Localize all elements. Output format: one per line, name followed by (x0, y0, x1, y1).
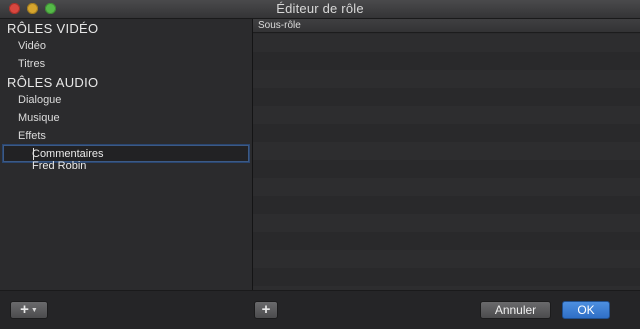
role-editor-window: Éditeur de rôle RÔLES VIDÉO Vidéo Titres… (0, 0, 640, 329)
table-row (253, 124, 640, 142)
ok-button[interactable]: OK (562, 301, 610, 319)
add-role-menu-button[interactable]: + ▼ (10, 301, 48, 319)
table-row (253, 88, 640, 106)
table-row (253, 160, 640, 178)
chevron-down-icon: ▼ (30, 307, 38, 314)
role-item-video[interactable]: Vidéo (18, 40, 46, 52)
table-row (253, 142, 640, 160)
role-item-effects[interactable]: Effets (18, 130, 46, 142)
audio-roles-header: RÔLES AUDIO (7, 75, 99, 90)
table-row (253, 106, 640, 124)
text-caret (33, 148, 34, 160)
roles-list: RÔLES VIDÉO Vidéo Titres RÔLES AUDIO Dia… (0, 19, 252, 290)
title-bar: Éditeur de rôle (0, 0, 640, 19)
plus-icon: + (261, 301, 271, 318)
table-row (253, 214, 640, 232)
role-item-dialogue[interactable]: Dialogue (18, 94, 61, 106)
table-row (253, 232, 640, 250)
table-row (253, 70, 640, 88)
table-row (253, 196, 640, 214)
table-row (253, 34, 640, 52)
subroles-rows (253, 34, 640, 290)
add-subrole-button[interactable]: + (254, 301, 278, 319)
subroles-table: Sous-rôle (253, 19, 640, 290)
video-roles-header: RÔLES VIDÉO (7, 21, 99, 36)
cancel-button[interactable]: Annuler (480, 301, 551, 319)
bottom-bar: + ▼ + Annuler OK (0, 290, 640, 329)
table-row (253, 250, 640, 268)
plus-icon: + (20, 301, 29, 318)
role-item-titles[interactable]: Titres (18, 58, 45, 70)
role-item-music[interactable]: Musique (18, 112, 60, 124)
role-name-edit-field[interactable]: Commentaires Fred Robin (3, 145, 249, 172)
table-row (253, 268, 640, 286)
table-row (253, 52, 640, 70)
table-row (253, 178, 640, 196)
role-name-edit-value: Commentaires Fred Robin (32, 148, 104, 172)
column-header-subrole[interactable]: Sous-rôle (253, 19, 640, 33)
window-title: Éditeur de rôle (276, 1, 364, 16)
